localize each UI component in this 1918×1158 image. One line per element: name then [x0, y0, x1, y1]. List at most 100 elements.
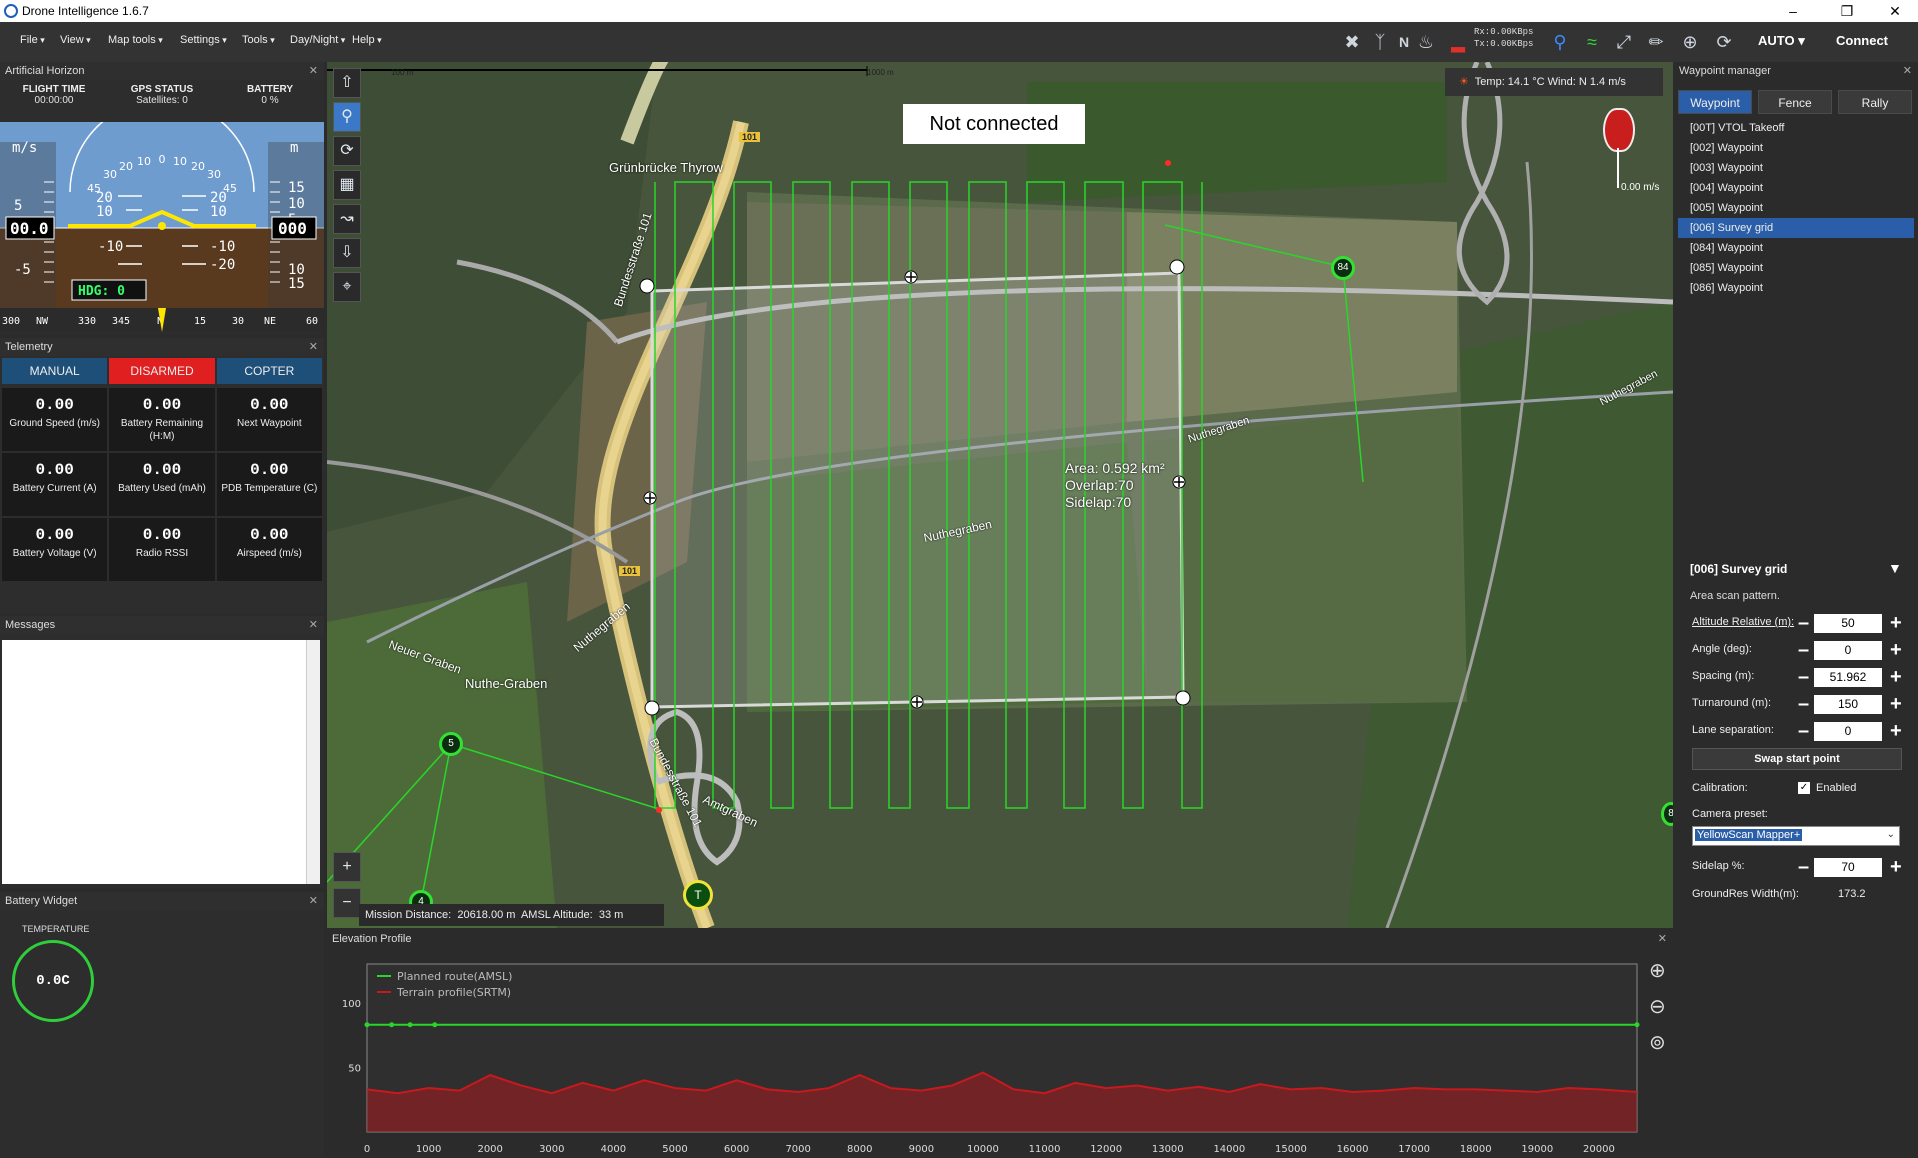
thermometer-icon[interactable]: ♨ — [1414, 30, 1438, 54]
spacing-minus-button[interactable]: – — [1798, 667, 1809, 687]
wind-sock-icon — [1603, 108, 1635, 152]
arrow-up-icon[interactable]: ⇧ — [333, 68, 361, 98]
menu-settings[interactable]: Settings — [180, 34, 227, 46]
map-view[interactable]: 100 m 1000 m ⇧ ⚲ ⟳ ▦ ↝ ⇩ ⌖ Not connected… — [327, 62, 1673, 928]
signal-bars-icon[interactable]: ▂ — [1446, 30, 1470, 54]
tab-rally[interactable]: Rally — [1838, 90, 1912, 114]
waypoint-item[interactable]: [002] Waypoint — [1678, 138, 1914, 158]
lane-plus-button[interactable]: + — [1890, 721, 1902, 741]
flight-mode-dropdown[interactable]: AUTO ▾ — [1758, 33, 1805, 49]
compass-north-icon[interactable]: N — [1392, 30, 1416, 54]
sidelap-input[interactable]: 70 — [1814, 858, 1882, 877]
waypoint-item[interactable]: [00T] VTOL Takeoff — [1678, 118, 1914, 138]
spacing-input[interactable]: 51.962 — [1814, 668, 1882, 687]
zoom-in-icon[interactable]: ⊕ — [1649, 958, 1666, 983]
close-icon[interactable]: ✕ — [1903, 64, 1912, 77]
swap-start-point-button[interactable]: Swap start point — [1692, 748, 1902, 770]
title-bar: Drone Intelligence 1.6.7 – ❐ ✕ — [0, 0, 1918, 22]
altitude-input[interactable]: 50 — [1814, 614, 1882, 633]
close-icon[interactable]: ✕ — [309, 64, 318, 77]
cell-label: PDB Temperature (C) — [221, 483, 318, 494]
zoom-out-icon[interactable]: ⊖ — [1649, 994, 1666, 1019]
map-pin-icon[interactable]: ⚲ — [333, 102, 361, 132]
turnaround-minus-button[interactable]: – — [1798, 694, 1809, 714]
angle-minus-button[interactable]: – — [1798, 640, 1809, 660]
waypoint-marker[interactable]: 84 — [1331, 256, 1355, 280]
angle-input[interactable]: 0 — [1814, 641, 1882, 660]
map-canvas[interactable] — [327, 62, 1673, 928]
mode-manual[interactable]: MANUAL — [2, 358, 108, 384]
angle-plus-button[interactable]: + — [1890, 640, 1902, 660]
telemetry-cell: 0.00 Next Waypoint — [216, 388, 322, 451]
spacing-plus-button[interactable]: + — [1890, 667, 1902, 687]
grid-icon[interactable]: ▦ — [333, 170, 361, 200]
menu-help[interactable]: Help — [352, 34, 382, 46]
minimize-button[interactable]: – — [1770, 0, 1816, 22]
takeoff-marker[interactable]: T — [683, 880, 713, 910]
lane-minus-button[interactable]: – — [1798, 721, 1809, 741]
fullscreen-icon[interactable]: ⤢ — [1612, 30, 1636, 54]
close-icon[interactable]: ✕ — [1658, 932, 1667, 945]
antenna-icon[interactable]: ᛉ — [1368, 30, 1392, 54]
download-icon[interactable]: ⇩ — [333, 238, 361, 268]
reset-zoom-icon[interactable]: ⊚ — [1649, 1030, 1666, 1055]
altitude-plus-button[interactable]: + — [1890, 613, 1902, 633]
mode-disarmed[interactable]: DISARMED — [109, 358, 215, 384]
x-tick-label: 2000 — [477, 1144, 502, 1155]
alt-readout: 000 — [278, 219, 307, 238]
camera-preset-select[interactable]: YellowScan Mapper+ ⌄ — [1692, 826, 1900, 846]
target-icon[interactable]: ⊕ — [1678, 30, 1702, 54]
menu-map-tools[interactable]: Map tools — [108, 34, 163, 46]
sidelap-minus-button[interactable]: – — [1798, 857, 1809, 877]
messages-scrollbar[interactable] — [306, 640, 320, 884]
maximize-button[interactable]: ❐ — [1824, 0, 1870, 22]
tab-waypoint[interactable]: Waypoint — [1678, 90, 1752, 114]
cell-value: 0.00 — [142, 526, 182, 544]
flight-time-stat: FLIGHT TIME 00:00:00 — [0, 80, 108, 122]
menu-view[interactable]: View — [60, 34, 91, 46]
ruler-icon[interactable]: ✏ — [1644, 30, 1668, 54]
drone-frame-icon[interactable]: ✖ — [1340, 30, 1364, 54]
collapse-icon[interactable]: ▼ — [1888, 560, 1902, 576]
close-icon[interactable]: ✕ — [309, 340, 318, 353]
zoom-out-button[interactable]: − — [333, 888, 361, 918]
waypoint-marker[interactable]: 5 — [439, 732, 463, 756]
tab-fence[interactable]: Fence — [1758, 90, 1832, 114]
sidelap-plus-button[interactable]: + — [1890, 857, 1902, 877]
close-icon[interactable]: ✕ — [309, 894, 318, 907]
waypoint-item[interactable]: [084] Waypoint — [1678, 238, 1914, 258]
menu-day-night[interactable]: Day/Night — [290, 34, 345, 46]
x-tick-label: 17000 — [1398, 1144, 1430, 1155]
close-window-button[interactable]: ✕ — [1872, 0, 1918, 22]
waypoint-item[interactable]: [003] Waypoint — [1678, 158, 1914, 178]
wifi-icon[interactable]: ≈ — [1580, 30, 1604, 54]
zoom-in-button[interactable]: + — [333, 852, 361, 882]
x-tick-label: 20000 — [1583, 1144, 1615, 1155]
mode-copter[interactable]: COPTER — [216, 358, 322, 384]
amsl-value: 33 m — [598, 909, 624, 921]
menu-file[interactable]: File — [20, 34, 45, 46]
refresh-icon[interactable]: ⟳ — [1712, 30, 1736, 54]
waypoint-item[interactable]: [004] Waypoint — [1678, 178, 1914, 198]
path-icon[interactable]: ↝ — [333, 204, 361, 234]
close-icon[interactable]: ✕ — [309, 618, 318, 631]
gps-pin-icon[interactable]: ⚲ — [1548, 30, 1572, 54]
alt-tick: 10 — [288, 196, 305, 212]
waypoint-item[interactable]: [085] Waypoint — [1678, 258, 1914, 278]
crosshair-icon[interactable]: ⌖ — [333, 272, 361, 302]
turnaround-input[interactable]: 150 — [1814, 695, 1882, 714]
connect-button[interactable]: Connect — [1836, 33, 1888, 48]
waypoint-item-selected[interactable]: [006] Survey grid — [1678, 218, 1914, 238]
calibration-checkbox[interactable]: ✓ — [1798, 782, 1810, 794]
survey-area: Area: 0.592 km² — [1065, 460, 1165, 476]
rotate-icon[interactable]: ⟳ — [333, 136, 361, 166]
heading-tick: 330 — [78, 316, 96, 327]
messages-list[interactable] — [2, 640, 320, 884]
menu-tools[interactable]: Tools — [242, 34, 275, 46]
turnaround-plus-button[interactable]: + — [1890, 694, 1902, 714]
hdg-readout: HDG: 0 — [78, 284, 125, 299]
lane-input[interactable]: 0 — [1814, 722, 1882, 741]
altitude-minus-button[interactable]: – — [1798, 613, 1809, 633]
waypoint-item[interactable]: [005] Waypoint — [1678, 198, 1914, 218]
waypoint-item[interactable]: [086] Waypoint — [1678, 278, 1914, 298]
